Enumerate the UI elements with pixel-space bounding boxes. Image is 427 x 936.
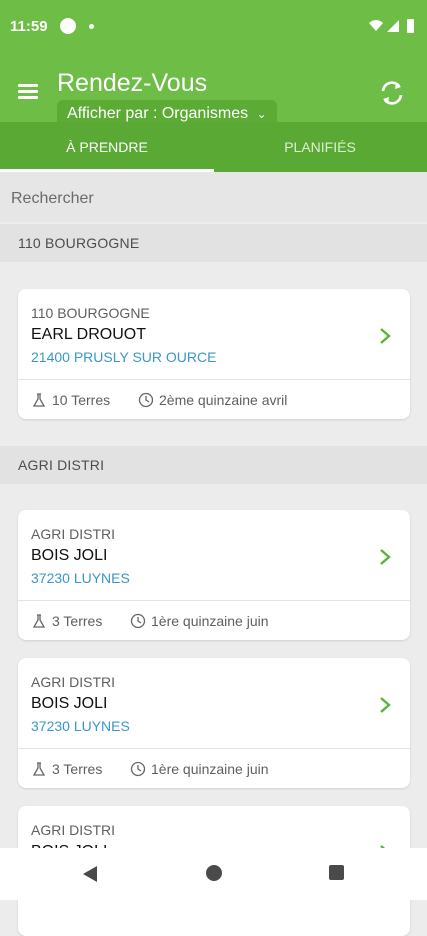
system-nav-bar <box>0 848 427 900</box>
home-icon[interactable] <box>206 865 222 881</box>
search-bar[interactable]: Rechercher <box>0 172 427 222</box>
card-divider <box>18 748 410 749</box>
flask-icon <box>32 762 46 776</box>
search-input[interactable]: Rechercher <box>11 190 94 208</box>
card-period: 1ère quinzaine juin <box>130 761 269 777</box>
card-city: 21400 PRUSLY SUR OURCE <box>31 349 217 365</box>
card-city: 37230 LUYNES <box>31 718 130 734</box>
card-period: 1ère quinzaine juin <box>130 613 269 629</box>
status-time: 11:59 <box>10 18 48 35</box>
app-notification-icon <box>60 18 76 34</box>
recents-icon[interactable] <box>329 865 344 880</box>
section-header: 110 BOURGOGNE <box>0 224 427 262</box>
card-client-name: BOIS JOLI <box>31 695 108 712</box>
chevron-right-icon[interactable] <box>378 695 392 715</box>
appointment-card[interactable]: AGRI DISTRI BOIS JOLI 37230 LUYNES 3 Ter… <box>18 658 410 788</box>
card-city: 37230 LUYNES <box>31 570 130 586</box>
card-organism: AGRI DISTRI <box>31 822 116 838</box>
tab-to-take[interactable]: À PRENDRE <box>0 122 214 172</box>
status-bar: 11:59 <box>0 0 427 56</box>
card-period-value: 2ème quinzaine avril <box>159 392 288 408</box>
tab-planned[interactable]: PLANIFIÉS <box>213 122 427 172</box>
flask-icon <box>32 393 46 407</box>
card-organism: AGRI DISTRI <box>31 674 116 690</box>
menu-icon[interactable] <box>18 84 40 100</box>
clock-icon <box>130 761 146 777</box>
card-organism: 110 BOURGOGNE <box>31 305 150 321</box>
notification-dot-icon <box>89 24 94 29</box>
appointment-card[interactable]: AGRI DISTRI BOIS JOLI 37230 LUYNES 3 Ter… <box>18 510 410 640</box>
card-lands: 3 Terres <box>31 613 102 629</box>
appointment-card[interactable]: 110 BOURGOGNE EARL DROUOT 21400 PRUSLY S… <box>18 289 410 419</box>
refresh-icon[interactable] <box>377 78 407 108</box>
card-client-name: EARL DROUOT <box>31 326 146 343</box>
section-header-label: 110 BOURGOGNE <box>18 235 140 251</box>
card-divider <box>18 379 410 380</box>
card-lands-value: 3 Terres <box>52 613 103 629</box>
back-icon[interactable] <box>82 865 98 883</box>
card-lands: 3 Terres <box>31 761 102 777</box>
section-header: AGRI DISTRI <box>0 446 427 484</box>
card-lands-value: 10 Terres <box>52 392 111 408</box>
flask-icon <box>32 614 46 628</box>
card-period: 2ème quinzaine avril <box>138 392 287 408</box>
tab-bar: À PRENDRE PLANIFIÉS <box>0 122 427 172</box>
card-period-value: 1ère quinzaine juin <box>151 761 269 777</box>
app-bar: Rendez-Vous Afficher par : Organismes ⌄ <box>0 56 427 126</box>
card-lands: 10 Terres <box>31 392 110 408</box>
page-title: Rendez-Vous <box>57 69 208 97</box>
card-client-name: BOIS JOLI <box>31 547 108 564</box>
signal-battery-icons <box>369 19 414 33</box>
card-lands-value: 3 Terres <box>52 761 103 777</box>
clock-icon <box>138 392 154 408</box>
section-header-label: AGRI DISTRI <box>18 457 105 473</box>
chevron-down-icon: ⌄ <box>256 107 267 121</box>
chevron-right-icon[interactable] <box>378 326 392 346</box>
card-divider <box>18 600 410 601</box>
card-organism: AGRI DISTRI <box>31 526 116 542</box>
chevron-right-icon[interactable] <box>378 547 392 567</box>
display-by-label: Afficher par : Organismes <box>67 105 249 122</box>
card-period-value: 1ère quinzaine juin <box>151 613 269 629</box>
clock-icon <box>130 613 146 629</box>
